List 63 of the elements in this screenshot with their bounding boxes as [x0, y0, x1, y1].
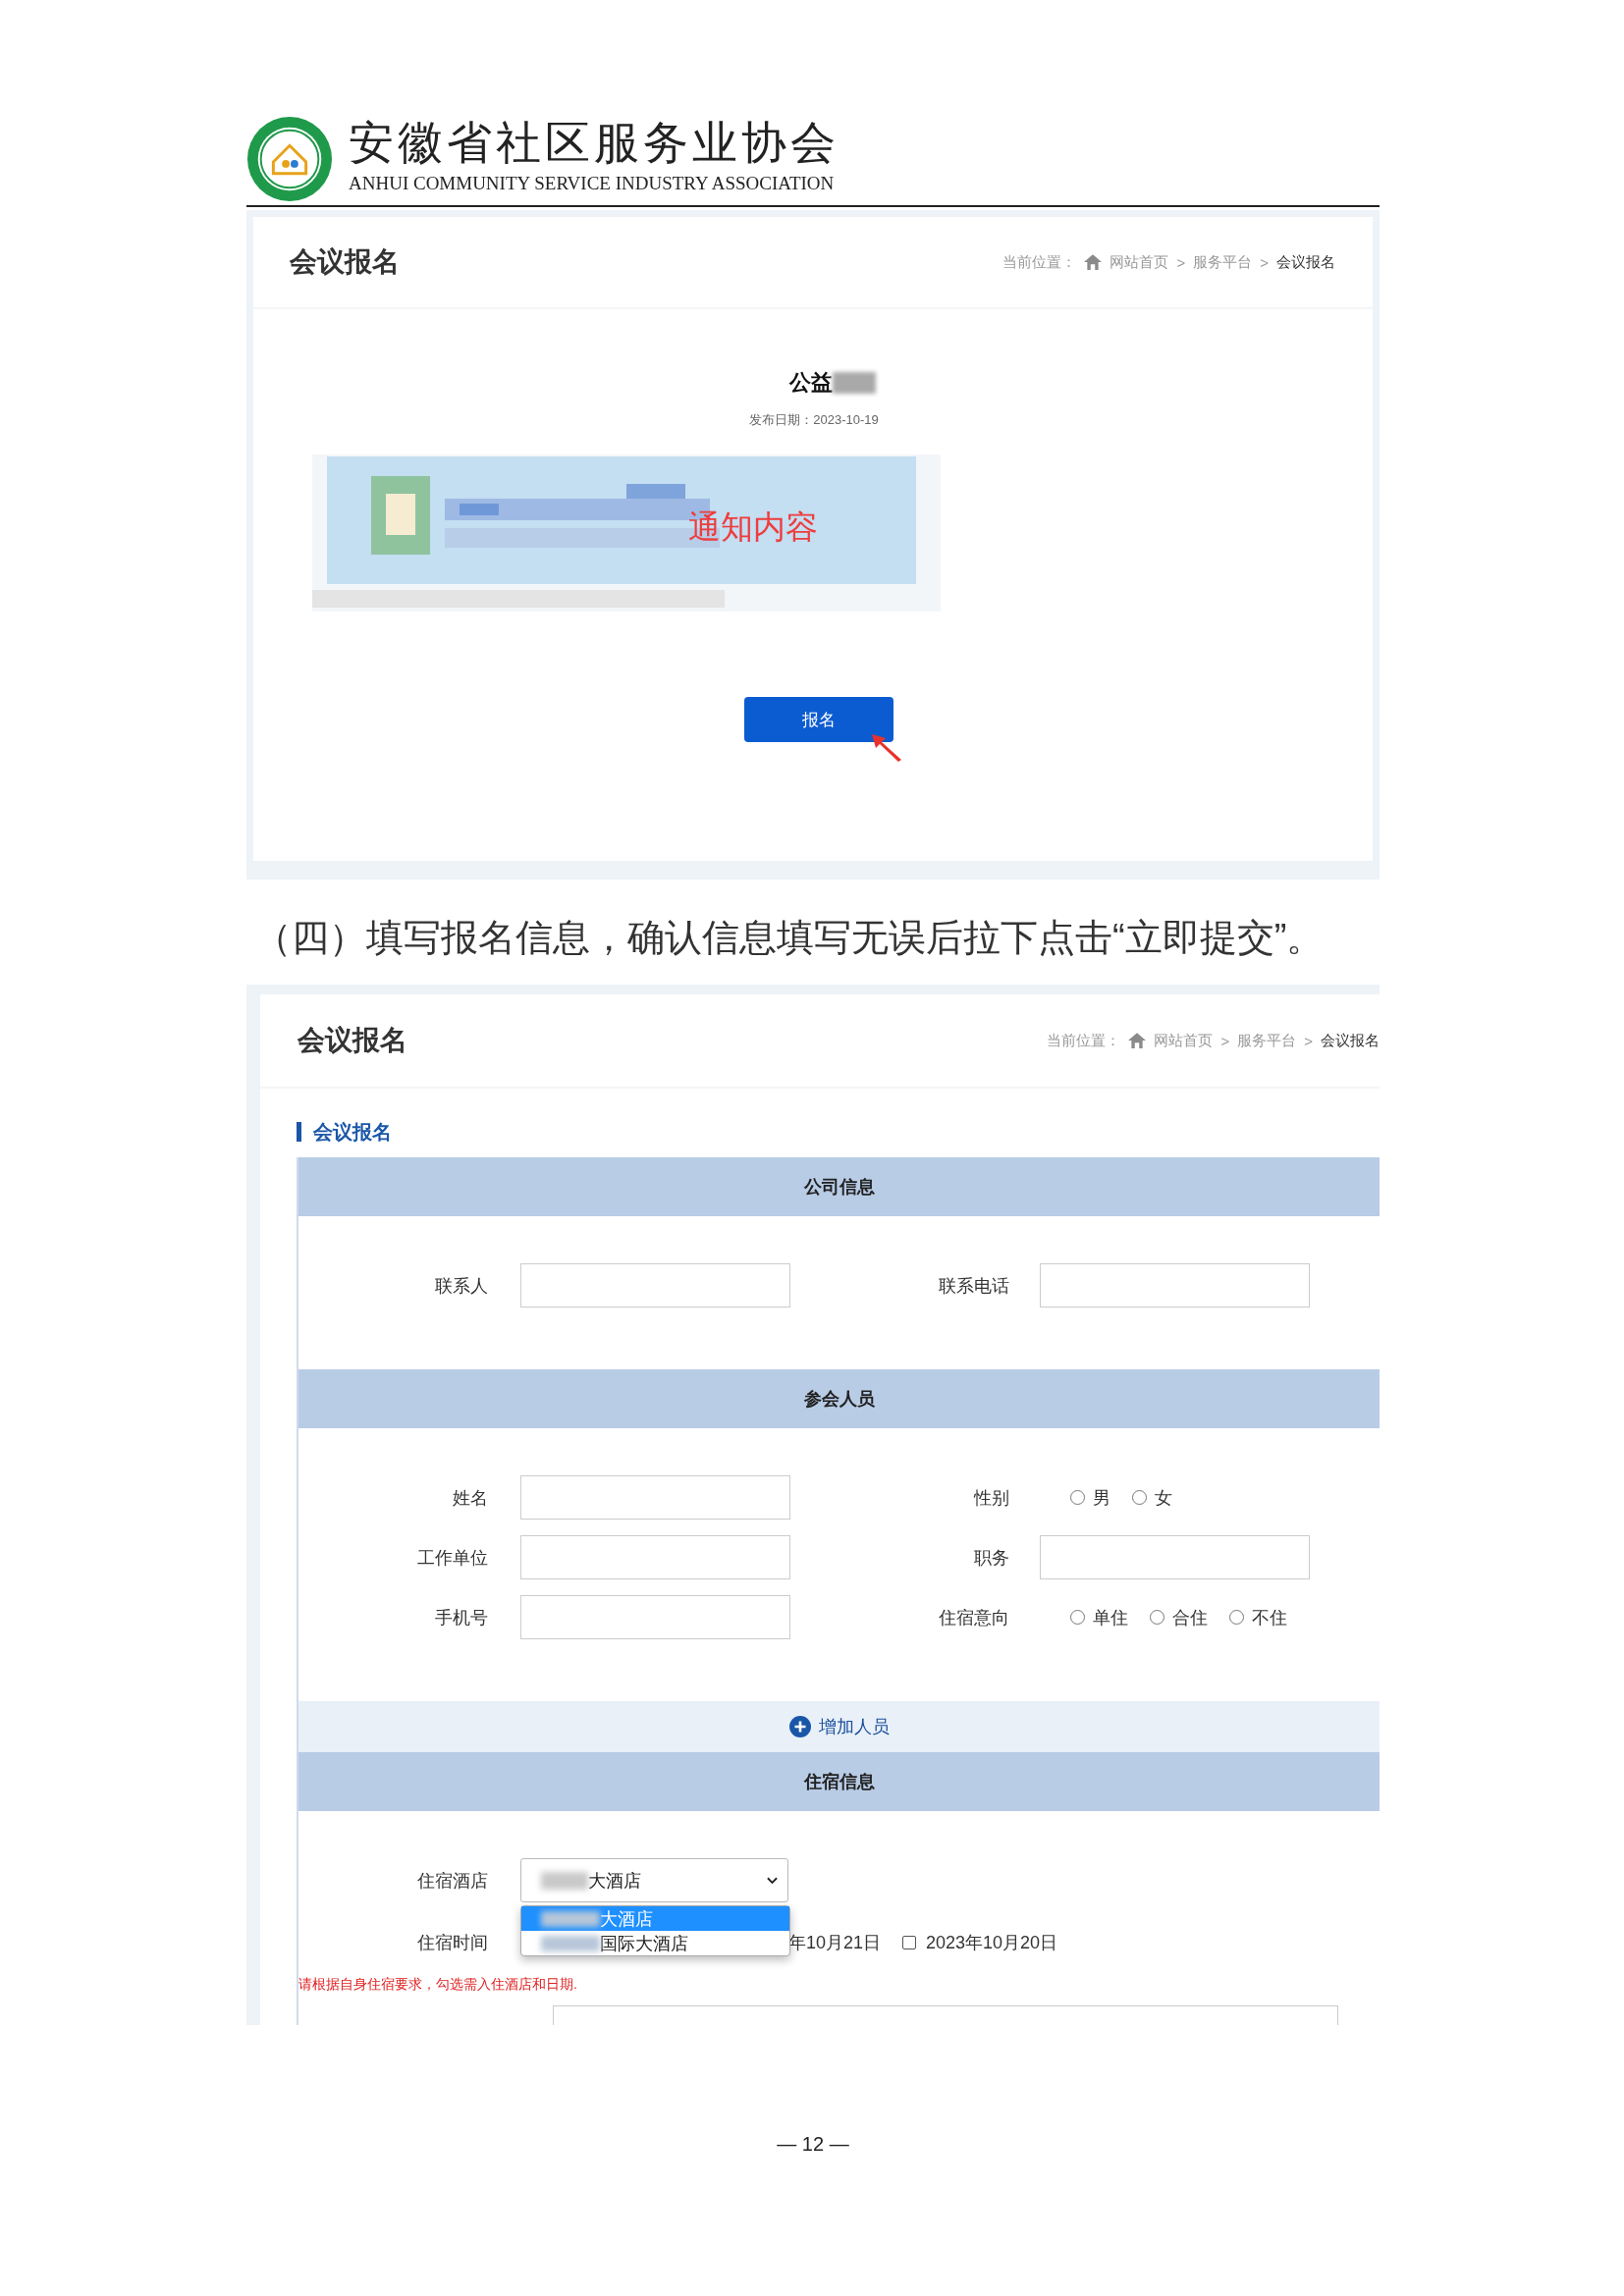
field-label: 住宿意向: [938, 1606, 1010, 1629]
date-option[interactable]: 年10月21日: [788, 1930, 882, 1954]
field-label: 住宿时间: [416, 1931, 489, 1954]
field-label: 手机号: [434, 1606, 489, 1629]
field-label: 住宿酒店: [416, 1869, 489, 1893]
redaction-blur: [541, 1910, 600, 1927]
association-logo-icon: [246, 116, 333, 202]
article-title: 公益: [789, 369, 833, 397]
page-number: — 12 —: [776, 2133, 850, 2156]
page-title: 会议报名: [290, 245, 400, 279]
breadcrumb-link[interactable]: 会议报名: [1321, 1031, 1380, 1050]
input-field[interactable]: [1040, 1263, 1310, 1308]
field-label: 工作单位: [416, 1546, 489, 1570]
radio-option[interactable]: 不住: [1229, 1605, 1287, 1629]
option-text: 国际大酒店: [600, 1932, 688, 1955]
redaction-blur: [541, 1871, 588, 1890]
breadcrumb-label: 当前位置：: [1047, 1031, 1121, 1050]
section-header: 住宿信息: [298, 1752, 1380, 1811]
option-text: 大酒店: [600, 1907, 653, 1931]
home-icon[interactable]: [1128, 1033, 1147, 1048]
instruction-text: （四）填写报名信息，确认信息填写无误后拉下点击“立即提交”。: [254, 916, 1326, 960]
annotation-label: 通知内容: [688, 507, 818, 547]
breadcrumb-link[interactable]: 会议报名: [1276, 252, 1335, 272]
date-option[interactable]: 2023年10月20日: [902, 1930, 1058, 1954]
accent-bar: [297, 1122, 301, 1142]
publish-date: 发布日期：2023-10-19: [749, 411, 879, 429]
breadcrumb-separator: >: [1220, 1032, 1230, 1049]
input-field[interactable]: [520, 1535, 790, 1579]
radio-option[interactable]: 单住: [1070, 1605, 1128, 1629]
radio-option[interactable]: 合住: [1150, 1605, 1208, 1629]
association-name: 安徽省社区服务业协会: [349, 117, 839, 170]
field-label: 姓名: [452, 1486, 489, 1510]
signup-button[interactable]: 报名: [744, 697, 893, 742]
section-header: 参会人员: [298, 1369, 1380, 1428]
breadcrumb-label: 当前位置：: [1002, 252, 1077, 272]
chevron-down-icon: [767, 1876, 778, 1885]
hotel-select[interactable]: 大酒店: [520, 1858, 788, 1902]
input-field[interactable]: [520, 1475, 790, 1520]
add-person-button[interactable]: 增加人员: [298, 1701, 1380, 1752]
plus-icon: [788, 1716, 811, 1737]
field-label: 联系人: [434, 1274, 489, 1298]
warning-note: 请根据自身住宿要求，勾选需入住酒店和日期.: [298, 1976, 578, 1994]
radio-option[interactable]: 男: [1070, 1485, 1110, 1510]
breadcrumb-separator: >: [1260, 253, 1269, 271]
input-field[interactable]: [520, 1263, 790, 1308]
field-label: 职务: [973, 1546, 1010, 1570]
radio-option[interactable]: 女: [1132, 1485, 1172, 1510]
pointer-arrow-icon: [872, 734, 901, 762]
section-header: 公司信息: [298, 1157, 1380, 1216]
input-field[interactable]: [1040, 1535, 1310, 1579]
field-label: 性别: [972, 1486, 1010, 1510]
page-title: 会议报名: [298, 1024, 407, 1057]
input-field[interactable]: [520, 1595, 790, 1639]
breadcrumb-separator: >: [1176, 253, 1186, 271]
breadcrumb-separator: >: [1304, 1032, 1313, 1049]
redaction-blur: [541, 1935, 600, 1951]
association-english-name: ANHUI COMMUNITY SERVICE INDUSTRY ASSOCIATION: [349, 173, 836, 194]
field-label: 联系电话: [938, 1274, 1010, 1298]
select-value: 大酒店: [588, 1869, 641, 1893]
home-icon[interactable]: [1084, 254, 1103, 270]
section-title: 会议报名: [313, 1119, 392, 1145]
dropdown-option[interactable]: 国际大酒店: [521, 1931, 789, 1955]
redaction-blur: [833, 372, 876, 394]
